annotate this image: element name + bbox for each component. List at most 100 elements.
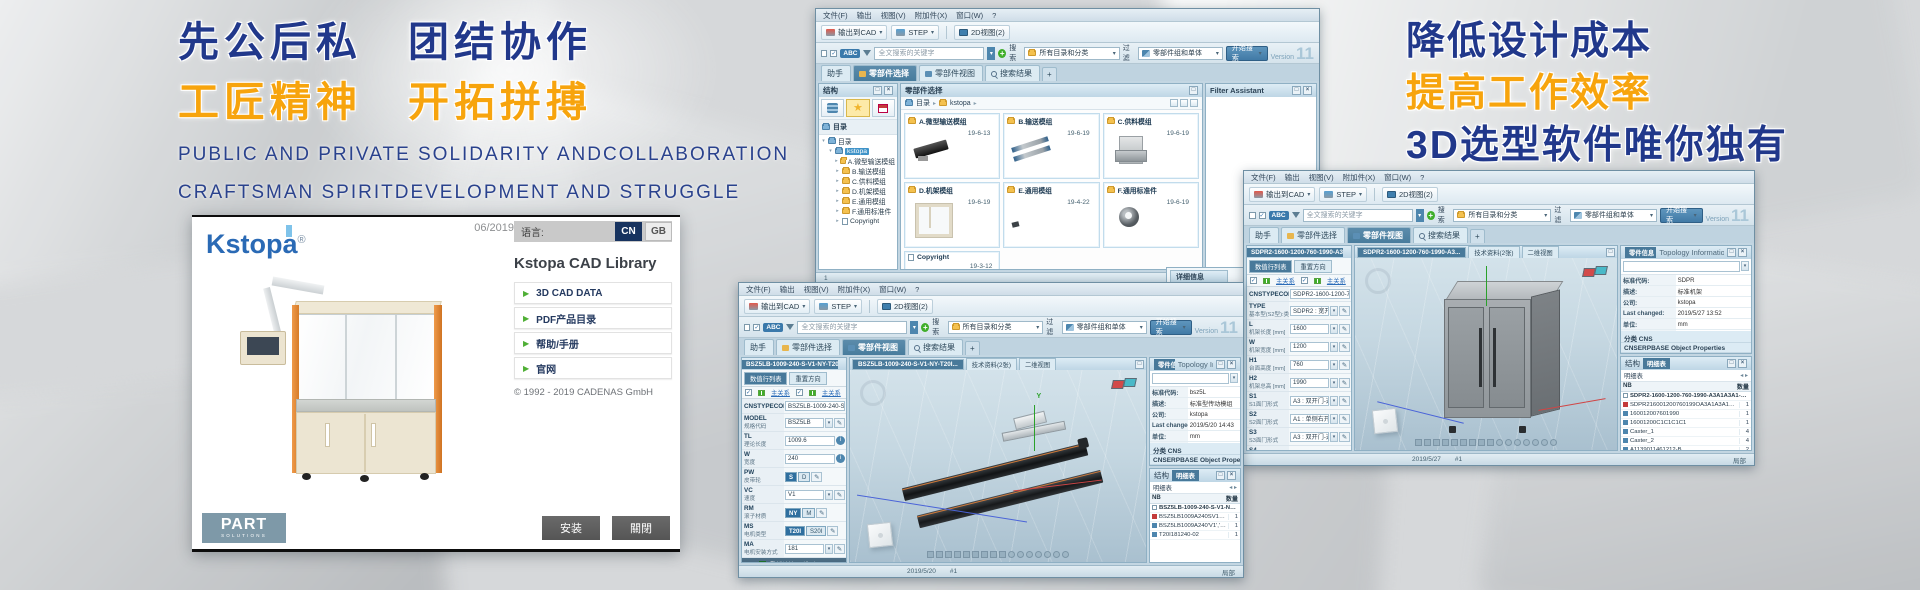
dropdown-button[interactable]: ▾ [1330, 342, 1338, 352]
step-export-button[interactable]: STEP▾ [1319, 187, 1367, 202]
tree-expand-icon[interactable]: ▾ [821, 138, 826, 144]
viewport-tool-icon[interactable] [999, 551, 1006, 558]
install-button[interactable]: 安装 [542, 516, 600, 540]
relation-link[interactable]: 主关系 [1276, 276, 1295, 285]
edit-icon[interactable]: ✎ [834, 490, 845, 500]
edit-icon[interactable]: ✎ [1339, 378, 1350, 388]
dropdown-button[interactable]: ▾ [825, 544, 833, 554]
export-to-cad-button[interactable]: 输出到CAD▾ [744, 299, 810, 314]
bom-root-row[interactable]: SDPR2-1600-1200-760-1990-A3A1A3A1-A3A1A.… [1621, 392, 1751, 401]
abc-button[interactable]: ABC [840, 49, 860, 58]
viewport-tool-icon[interactable] [1514, 439, 1521, 446]
menu-item[interactable]: ? [1420, 173, 1424, 182]
bom-pager[interactable]: ◂ ▸ [1740, 372, 1748, 379]
maximize-icon[interactable]: □ [1189, 86, 1198, 95]
keyword-input[interactable]: 全文搜索的关键字 [874, 47, 984, 60]
viewport-tool-icon[interactable] [1008, 551, 1015, 558]
part-number-tab[interactable]: SDPR2-1600-1200-760-1990-A3... [1247, 248, 1343, 257]
edit-icon[interactable]: ✎ [834, 418, 845, 428]
menu-item-official-site[interactable]: ▶ 官网 [514, 357, 672, 379]
view-2d-button[interactable]: 2D视图(2) [877, 299, 933, 314]
part-number-tab[interactable]: BSZ5LB-1009-240-S-V1-NY-T20I... [742, 360, 838, 369]
bom-row[interactable]: 1600120076019901 [1621, 410, 1751, 419]
export-to-cad-button[interactable]: 输出到CAD▾ [1249, 187, 1315, 202]
viewport-tool-icon[interactable] [972, 551, 979, 558]
recalculate-button[interactable]: 重新计算3D模型 M/M [742, 558, 846, 562]
value-box[interactable]: 1600 [1290, 324, 1329, 334]
menu-item[interactable]: 文件(F) [746, 284, 771, 295]
menu-item[interactable]: 附加件(X) [838, 284, 871, 295]
tab-零部件视图[interactable]: 零部件视图 [842, 339, 906, 355]
value-box[interactable]: BSZ5LB-1009-240-S-V1-N [785, 401, 845, 411]
info-tab-inactive[interactable]: Topology Information [1659, 248, 1724, 257]
viewport-part-tab[interactable]: BSZ5LB-1009-240-S-V1-NY-T20I... [852, 359, 964, 370]
viewport-tool-icon[interactable] [1451, 439, 1458, 446]
language-cn-button[interactable]: CN [615, 222, 642, 241]
value-box[interactable]: 1200 [1290, 342, 1329, 352]
bom-row[interactable]: Caster_24 [1621, 437, 1751, 446]
bom-tab-structure[interactable]: 结构 [1154, 470, 1169, 481]
edit-icon[interactable]: ✎ [1339, 360, 1350, 370]
relation-link[interactable]: 主关系 [771, 388, 790, 397]
bom-tab-list[interactable]: 明细表 [1172, 470, 1199, 481]
value-box[interactable]: 760 [1290, 360, 1329, 370]
filter-funnel-icon[interactable] [786, 324, 794, 330]
abc-button[interactable]: ABC [763, 323, 783, 332]
filter-scope-select[interactable]: 零部件组和单体▾ [1570, 209, 1657, 222]
viewport-tool-icon[interactable] [1478, 439, 1485, 446]
edit-icon[interactable]: ✎ [834, 544, 845, 554]
viewport-tool-icon[interactable] [1541, 439, 1548, 446]
maximize-icon[interactable]: □ [1606, 248, 1615, 257]
menu-item[interactable]: 附加件(X) [915, 10, 948, 21]
value-box[interactable]: SDPR2-1600-1200-760-1 [1290, 289, 1350, 299]
toggle-option[interactable]: NY [785, 508, 801, 518]
maximize-icon[interactable]: □ [1216, 471, 1225, 480]
catalog-card[interactable]: A.微型输送模组19-6-13 [904, 113, 1000, 179]
tree-item[interactable]: ▸Copyright [819, 216, 897, 226]
tab-零部件选择[interactable]: 零部件选择 [1281, 227, 1345, 243]
tab-零部件视图[interactable]: 零部件视图 [1347, 227, 1411, 243]
dropdown-button[interactable]: ▾ [1330, 396, 1338, 406]
info-icon[interactable]: i [836, 436, 845, 445]
bom-row[interactable]: BSZ5LB1009A240SV1NYT20I181S1 [1150, 513, 1240, 522]
edit-icon[interactable]: ✎ [1339, 432, 1350, 442]
param-subtab[interactable]: 数值行列表 [744, 372, 787, 385]
bom-row[interactable]: T20I181240-021 [1150, 531, 1240, 540]
maximize-icon[interactable]: □ [1727, 359, 1736, 368]
keyword-dropdown-button[interactable]: ▾ [910, 321, 918, 334]
keyword-input[interactable]: 全文搜索的关键字 [1303, 209, 1413, 222]
dropdown-button[interactable]: ▾ [1330, 378, 1338, 388]
viewport-tool-icon[interactable] [963, 551, 970, 558]
abc-button[interactable]: ABC [1269, 211, 1289, 220]
catalog-card[interactable]: B.输送模组19-6-19 [1003, 113, 1099, 179]
language-gb-button[interactable]: GB [645, 222, 672, 241]
search-checkbox[interactable]: ✓ [830, 50, 837, 57]
bom-row[interactable]: Caster_14 [1621, 428, 1751, 437]
menu-item[interactable]: 输出 [857, 10, 872, 21]
tab-搜索结果[interactable]: 搜索结果 [908, 339, 963, 355]
menu-item[interactable]: 文件(F) [823, 10, 848, 21]
catalog-card[interactable]: E.通用模组19-4-22 [1003, 182, 1099, 248]
scope-select[interactable]: 所有目录和分类▾ [948, 321, 1044, 334]
relation-checkbox[interactable]: ✓ [1301, 277, 1308, 284]
info-search-dropdown[interactable]: ▾ [1741, 261, 1749, 271]
tab-助手[interactable]: 助手 [821, 65, 851, 81]
start-search-button[interactable]: 开始搜索▾ [1660, 208, 1703, 223]
close-icon[interactable]: × [1738, 359, 1747, 368]
info-icon[interactable]: i [836, 454, 845, 463]
tab-搜索结果[interactable]: 搜索结果 [1413, 227, 1468, 243]
close-icon[interactable]: × [1738, 248, 1747, 257]
value-box[interactable]: 240 [785, 454, 835, 464]
dropdown-button[interactable]: ▾ [1330, 306, 1338, 316]
viewport-tool-icon[interactable] [1532, 439, 1539, 446]
keyword-dropdown-button[interactable]: ▾ [1416, 209, 1424, 222]
edit-icon[interactable]: ✎ [1339, 414, 1350, 424]
maximize-icon[interactable]: □ [1292, 86, 1301, 95]
menu-item[interactable]: 输出 [1285, 172, 1300, 183]
viewport-tool-icon[interactable] [927, 551, 934, 558]
keyword-input[interactable]: 全文搜索的关键字 [797, 321, 907, 334]
add-tab-button[interactable]: + [1042, 67, 1057, 81]
tree-expand-icon[interactable]: ▾ [828, 148, 833, 154]
breadcrumb-leaf[interactable]: kstopa [950, 100, 971, 107]
viewport-tool-icon[interactable] [981, 551, 988, 558]
